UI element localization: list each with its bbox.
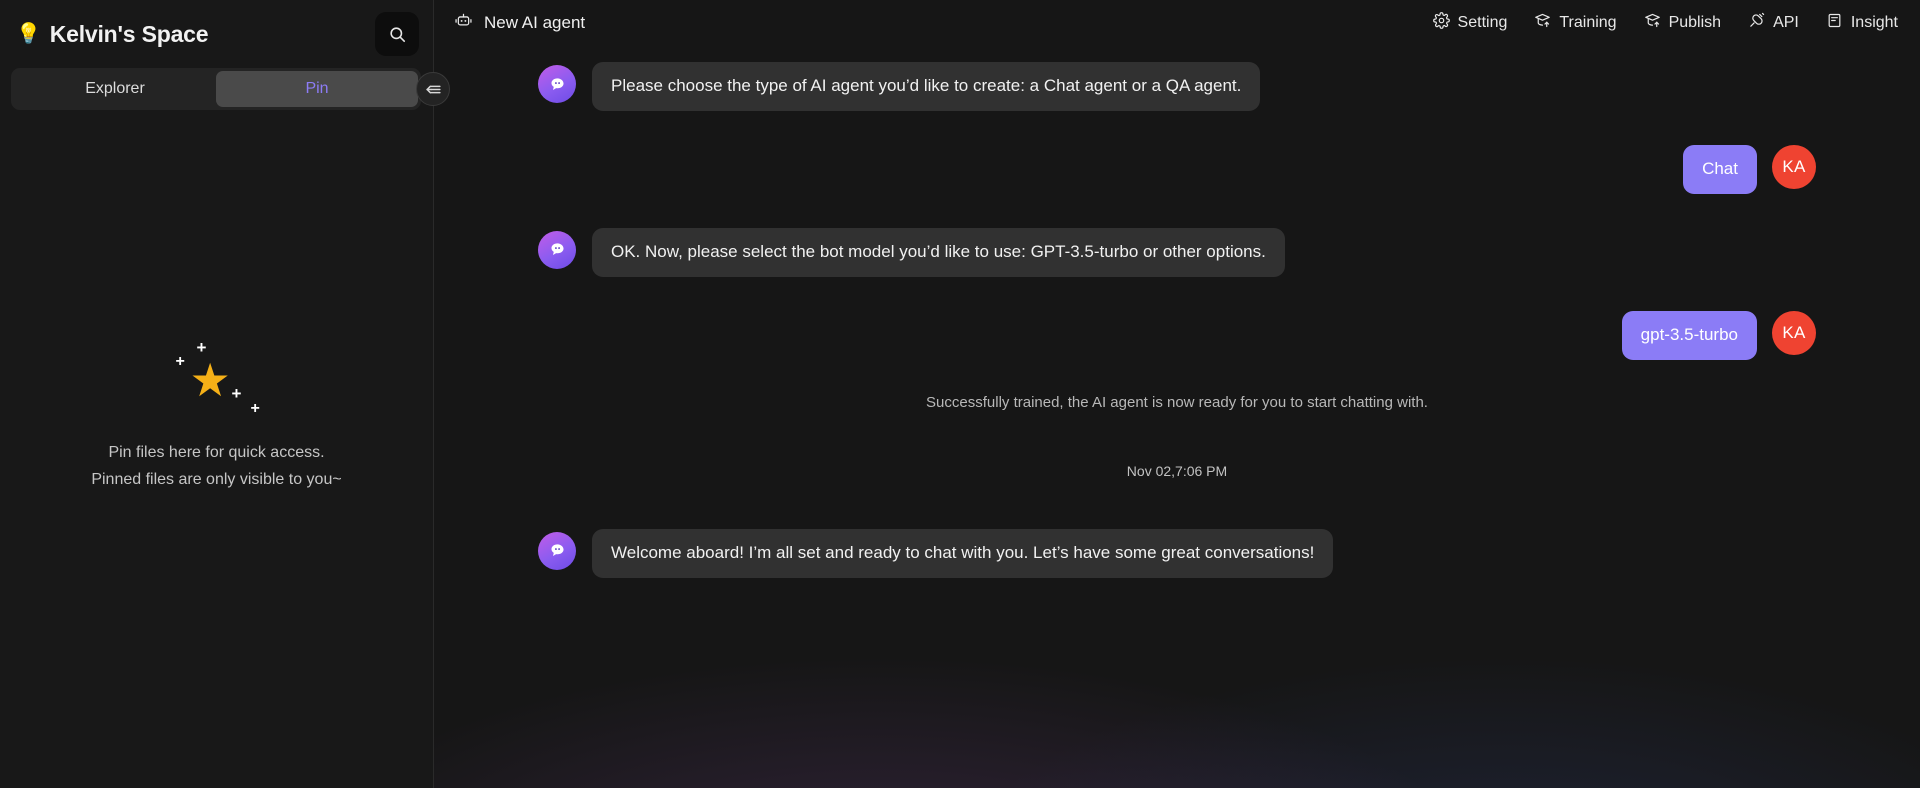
- collapse-panel-button[interactable]: [416, 72, 450, 106]
- message-text: OK. Now, please select the bot model you…: [592, 227, 1285, 277]
- nav-item-insight[interactable]: Insight: [1826, 12, 1898, 34]
- graduation-cap-upload-icon: [1534, 12, 1551, 34]
- chat-timestamp: Nov 02,7:06 PM: [1126, 462, 1228, 479]
- nav-label: Publish: [1668, 14, 1722, 31]
- agent-title: New AI agent: [454, 11, 585, 35]
- agent-title-text: New AI agent: [484, 13, 586, 32]
- gear-icon: [1432, 12, 1450, 34]
- graduation-cap-upload-icon: [1644, 12, 1661, 34]
- nav-label: Insight: [1850, 14, 1898, 31]
- bot-avatar: [538, 531, 576, 570]
- nav-label: Setting: [1457, 14, 1508, 31]
- topbar-nav: Setting Training Publish API Insight: [1432, 12, 1898, 34]
- topbar: New AI agent Setting Training Publish AP…: [434, 0, 1920, 46]
- message-text: Chat: [1683, 144, 1757, 194]
- sparkle-icon: +: [175, 353, 185, 370]
- speech-bubble-icon: [550, 77, 564, 90]
- chat-message-bot: Please choose the type of AI agent you’d…: [538, 62, 1816, 111]
- speech-bubble-icon: [550, 243, 564, 256]
- system-note: Successfully trained, the AI agent is no…: [926, 393, 1428, 411]
- user-avatar: KA: [1772, 144, 1816, 189]
- plug-icon: [1748, 12, 1765, 34]
- user-avatar: KA: [1772, 310, 1816, 355]
- sidebar: 💡 Kelvin's Space Explorer Pin + + ★ + + …: [0, 0, 450, 788]
- nav-label: Training: [1559, 14, 1617, 31]
- message-text: Please choose the type of AI agent you’d…: [592, 62, 1261, 111]
- robot-icon: [454, 11, 473, 35]
- message-text: Welcome aboard! I’m all set and ready to…: [592, 528, 1334, 578]
- pin-empty-line-2: Pinned files are only visible to you~: [91, 471, 342, 488]
- nav-item-setting[interactable]: Setting: [1432, 12, 1508, 34]
- nav-item-api[interactable]: API: [1748, 12, 1799, 34]
- star-icon: + + ★ + +: [157, 335, 277, 421]
- chat-thread: Please choose the type of AI agent you’d…: [434, 46, 1920, 788]
- nav-item-publish[interactable]: Publish: [1644, 12, 1721, 34]
- bot-avatar: [538, 230, 576, 269]
- star-glyph: ★: [189, 354, 231, 406]
- speech-bubble-icon: [550, 544, 564, 557]
- collapse-panel-icon: [425, 85, 441, 93]
- app-root: 💡 Kelvin's Space Explorer Pin + + ★ + + …: [0, 0, 1920, 788]
- nav-label: API: [1773, 14, 1799, 31]
- chat-message-bot: Welcome aboard! I’m all set and ready to…: [538, 528, 1816, 578]
- chat-message-bot: OK. Now, please select the bot model you…: [538, 227, 1816, 277]
- pin-empty-line-1: Pin files here for quick access.: [108, 444, 325, 461]
- sparkle-icon: +: [250, 400, 260, 417]
- chat-message-user: Chat KA: [538, 144, 1816, 194]
- main-panel: New AI agent Setting Training Publish AP…: [434, 0, 1920, 788]
- pin-empty-state: + + ★ + + Pin files here for quick acces…: [0, 40, 433, 788]
- nav-item-training[interactable]: Training: [1534, 12, 1617, 34]
- report-icon: [1826, 12, 1843, 34]
- bot-avatar: [538, 65, 576, 103]
- message-text: gpt-3.5-turbo: [1621, 310, 1757, 360]
- chat-message-user: gpt-3.5-turbo KA: [538, 310, 1816, 360]
- sparkle-icon: +: [231, 384, 242, 403]
